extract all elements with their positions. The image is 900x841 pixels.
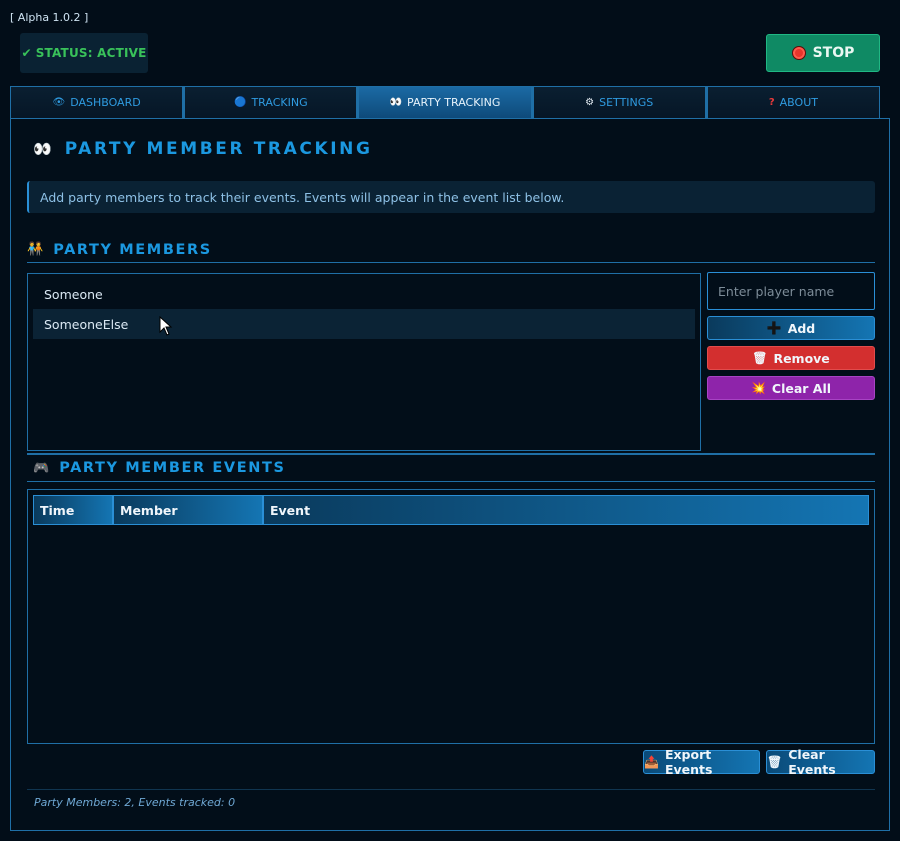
explosion-icon: 💥 — [750, 381, 766, 395]
tab-tracking[interactable]: 🔵 TRACKING — [183, 86, 358, 118]
question-icon: ? — [768, 97, 775, 108]
table-header: Time Member Event — [33, 495, 869, 525]
add-member-button[interactable]: ➕ Add — [707, 316, 875, 340]
add-button-label: Add — [787, 320, 816, 336]
list-item[interactable]: SomeoneElse — [33, 309, 695, 339]
clear-all-button-label: Clear All — [771, 380, 832, 396]
app-version: [ Alpha 1.0.2 ] — [10, 11, 89, 24]
eye-icon: 👁 — [52, 97, 66, 108]
eyes-icon: 👀 — [33, 140, 52, 158]
column-header-event[interactable]: Event — [263, 495, 869, 525]
stop-button-label: STOP — [812, 45, 855, 61]
mouse-cursor-icon — [159, 316, 173, 336]
status-label: STATUS: ACTIVE — [35, 46, 147, 60]
party-members-title: PARTY MEMBERS — [53, 241, 212, 258]
clear-all-button[interactable]: 💥 Clear All — [707, 376, 875, 400]
export-events-button[interactable]: 📤 Export Events — [643, 747, 760, 777]
party-tracking-panel: 👀 PARTY MEMBER TRACKING Add party member… — [10, 118, 890, 831]
people-icon: 🧑‍🤝‍🧑 — [27, 242, 44, 257]
status-footer: Party Members: 2, Events tracked: 0 — [27, 789, 875, 815]
check-icon: ✔ — [21, 46, 32, 60]
trash-icon: 🗑 — [752, 351, 768, 365]
stop-circle-icon — [791, 46, 806, 60]
page-title-text: PARTY MEMBER TRACKING — [64, 139, 373, 159]
tab-party-tracking-label: PARTY TRACKING — [407, 96, 501, 109]
eyes-icon: 👀 — [389, 97, 403, 108]
info-message: Add party members to track their events.… — [27, 181, 875, 213]
plus-icon: ➕ — [766, 321, 782, 335]
gamepad-icon: 🎮 — [33, 460, 50, 476]
trash-icon: 🗑 — [767, 755, 783, 769]
tab-dashboard-label: DASHBOARD — [70, 96, 141, 109]
export-icon: 📤 — [644, 755, 659, 769]
remove-button-label: Remove — [773, 350, 830, 366]
tab-about-label: ABOUT — [779, 96, 818, 109]
column-header-time[interactable]: Time — [33, 495, 113, 525]
stop-button[interactable]: STOP — [766, 34, 880, 72]
party-members-header: 🧑‍🤝‍🧑 PARTY MEMBERS — [27, 237, 875, 263]
party-members-list[interactable]: Someone SomeoneElse — [27, 273, 701, 451]
status-badge: ✔ STATUS: ACTIVE — [20, 33, 148, 73]
events-table[interactable]: Time Member Event — [27, 489, 875, 744]
main-tabs: 👁 DASHBOARD 🔵 TRACKING 👀 PARTY TRACKING … — [10, 86, 881, 118]
column-header-member[interactable]: Member — [113, 495, 263, 525]
tab-party-tracking[interactable]: 👀 PARTY TRACKING — [357, 86, 532, 118]
tab-tracking-label: TRACKING — [251, 96, 308, 109]
tracking-icon: 🔵 — [234, 97, 247, 108]
clear-events-button[interactable]: 🗑 Clear Events — [766, 747, 875, 777]
party-events-header: 🎮 PARTY MEMBER EVENTS — [27, 453, 875, 482]
gear-icon: ⚙ — [585, 97, 595, 108]
page-title: 👀 PARTY MEMBER TRACKING — [33, 139, 373, 159]
party-events-title: PARTY MEMBER EVENTS — [59, 460, 286, 476]
tab-settings-label: SETTINGS — [599, 96, 654, 109]
tab-about[interactable]: ? ABOUT — [705, 86, 881, 118]
tab-dashboard[interactable]: 👁 DASHBOARD — [10, 86, 184, 118]
remove-member-button[interactable]: 🗑 Remove — [707, 346, 875, 370]
export-button-label: Export Events — [664, 747, 713, 777]
tab-settings[interactable]: ⚙ SETTINGS — [531, 86, 706, 118]
player-name-input[interactable] — [707, 272, 875, 310]
list-item[interactable]: Someone — [33, 279, 695, 309]
clear-events-button-label: Clear Events — [788, 747, 836, 777]
